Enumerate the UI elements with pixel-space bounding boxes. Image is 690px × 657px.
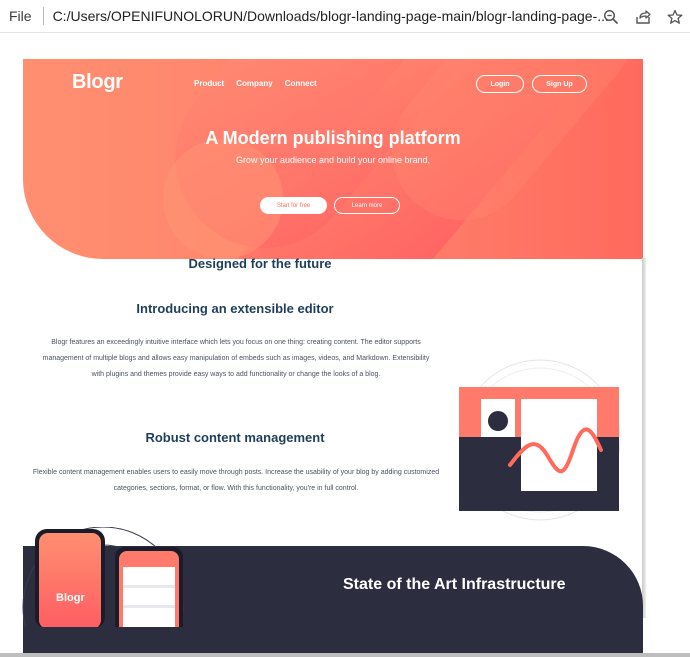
share-icon[interactable] <box>632 6 654 28</box>
phone-logo: Blogr <box>56 592 85 604</box>
main-nav: Product Company Connect <box>194 79 329 88</box>
hero-subtitle: Grow your audience and build your online… <box>235 155 431 165</box>
page-viewport: Blogr Product Company Connect Login Sign… <box>0 33 690 653</box>
editor-heading: Introducing an extensible editor <box>136 301 334 316</box>
infrastructure-title: State of the Art Infrastructure <box>343 576 566 593</box>
address-bar: File C:/Users/OPENIFUNOLORUN/Downloads/b… <box>0 0 690 33</box>
learn-more-button[interactable]: Learn more <box>334 197 400 214</box>
nav-item-company[interactable]: Company <box>236 79 272 88</box>
section-edge-shadow <box>642 258 646 618</box>
login-button[interactable]: Login <box>476 75 524 93</box>
hero-banner: Blogr Product Company Connect Login Sign… <box>23 59 643 259</box>
star-icon[interactable] <box>664 6 686 28</box>
editor-description: Blogr features an exceedingly intuitive … <box>42 339 430 378</box>
start-for-free-button[interactable]: Start for free <box>260 197 327 214</box>
address-separator <box>42 7 44 25</box>
nav-item-connect[interactable]: Connect <box>285 79 317 88</box>
content-management-heading: Robust content management <box>145 430 325 445</box>
zoom-icon[interactable] <box>600 6 622 28</box>
section-title: Designed for the future <box>188 256 332 271</box>
signup-button[interactable]: Sign Up <box>532 75 587 93</box>
nav-item-product[interactable]: Product <box>194 79 224 88</box>
hero-title: A Modern publishing platform <box>205 128 461 148</box>
url-field[interactable]: C:/Users/OPENIFUNOLORUN/Downloads/blogr-… <box>53 8 613 24</box>
window-bottom-edge <box>0 653 690 657</box>
scheme-label: File <box>9 8 32 24</box>
content-management-description: Flexible content management enables user… <box>32 469 440 492</box>
address-bar-actions <box>600 0 690 33</box>
editor-illustration <box>459 359 621 521</box>
phones-illustration <box>22 527 184 627</box>
logo[interactable]: Blogr <box>72 71 123 94</box>
